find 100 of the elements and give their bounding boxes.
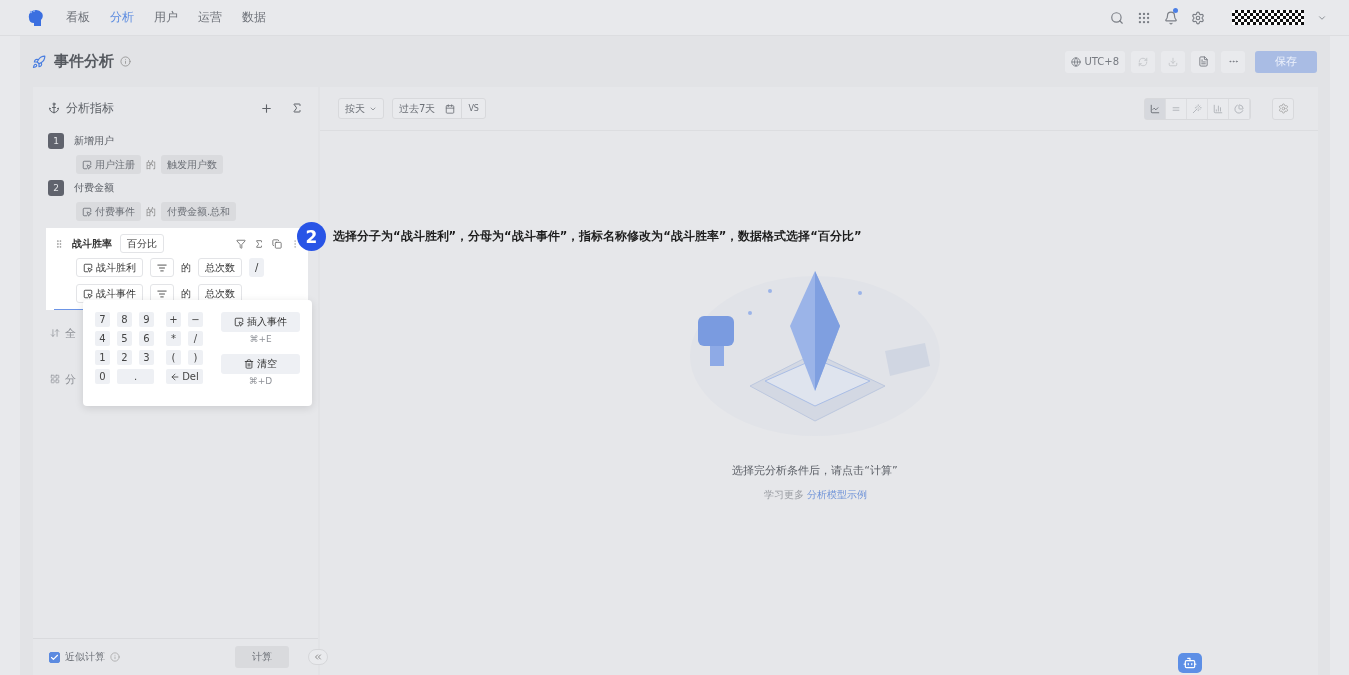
filter-button[interactable] xyxy=(150,258,174,277)
event-chip[interactable]: 用户注册 xyxy=(76,155,141,174)
collapse-button[interactable] xyxy=(308,649,328,665)
filter-lines-icon xyxy=(157,288,167,299)
filter-lines-icon xyxy=(157,262,167,273)
measure-chip[interactable]: 触发用户数 xyxy=(161,155,223,174)
chart-type-button[interactable] xyxy=(1145,98,1166,119)
refresh-icon xyxy=(1138,56,1148,67)
globe-icon xyxy=(1071,56,1082,67)
trash-icon xyxy=(244,359,254,369)
arrow-left-icon xyxy=(170,371,181,382)
format-selector[interactable]: 百分比 xyxy=(120,234,164,253)
chart-icon xyxy=(1150,103,1160,114)
logo-icon xyxy=(26,8,46,27)
nav-tab[interactable]: 数据 xyxy=(242,9,266,26)
checkbox[interactable] xyxy=(49,651,60,663)
section-label: 分 xyxy=(65,371,76,387)
info-icon xyxy=(120,56,131,67)
calculate-button[interactable]: 计算 xyxy=(235,646,289,668)
nav-tab[interactable]: 用户 xyxy=(154,9,178,26)
event-icon xyxy=(234,317,244,327)
copy-icon[interactable] xyxy=(272,238,282,249)
chart-icon xyxy=(1192,103,1202,114)
metric-name: 付费金额 xyxy=(74,181,114,195)
event-icon xyxy=(82,206,92,217)
keypad-key[interactable]: 4 xyxy=(95,331,110,346)
settings-icon[interactable] xyxy=(1191,10,1205,25)
chart-icon xyxy=(1234,103,1244,114)
download-icon xyxy=(1168,56,1178,67)
event-chip[interactable]: 付费事件 xyxy=(76,202,141,221)
add-icon[interactable] xyxy=(260,101,273,115)
shortcut-hint: ⌘+D xyxy=(247,376,274,386)
avatar-placeholder[interactable] xyxy=(1232,10,1304,25)
filter-icon[interactable] xyxy=(236,238,246,249)
keypad-key[interactable]: 7 xyxy=(95,312,110,327)
nav-tab[interactable]: 看板 xyxy=(66,9,90,26)
date-range-button[interactable]: 过去7天 xyxy=(393,99,462,118)
group-icon xyxy=(50,374,60,384)
event-icon xyxy=(83,288,93,299)
checkbox-label: 近似计算 xyxy=(65,650,105,664)
keypad-key[interactable]: + xyxy=(166,312,181,327)
keypad-key[interactable]: 6 xyxy=(139,331,154,346)
shortcut-hint: ⌘+E xyxy=(248,334,273,344)
keypad-key[interactable]: 2 xyxy=(117,350,132,365)
event-icon xyxy=(83,262,93,273)
gear-icon xyxy=(1277,103,1289,114)
drag-handle-icon[interactable] xyxy=(54,238,64,249)
empty-state-message: 选择完分析条件后，请点击“计算” xyxy=(732,463,898,478)
clear-button[interactable]: 清空 xyxy=(221,354,300,374)
keypad-key[interactable]: 9 xyxy=(139,312,154,327)
document-button[interactable] xyxy=(1191,50,1215,73)
chart-icon xyxy=(1213,103,1223,114)
keypad-key[interactable]: * xyxy=(166,331,181,346)
keypad-key[interactable]: 8 xyxy=(117,312,132,327)
sort-icon xyxy=(50,328,60,338)
settings-button[interactable] xyxy=(1272,97,1294,120)
of-label: 的 xyxy=(146,204,156,219)
measure-chip[interactable]: 付费金额.总和 xyxy=(161,202,237,221)
keypad-key[interactable]: 3 xyxy=(139,350,154,365)
operator-chip[interactable]: / xyxy=(249,258,265,277)
metric-number: 2 xyxy=(48,180,64,196)
robot-icon xyxy=(1183,656,1197,670)
learn-more-text: 学习更多 xyxy=(763,488,804,502)
event-icon xyxy=(82,159,92,170)
section-label: 全 xyxy=(65,325,76,341)
page-title: 事件分析 xyxy=(54,52,114,71)
of-label: 的 xyxy=(146,157,156,172)
granularity-dropdown[interactable]: 按天 xyxy=(338,98,384,119)
document-icon xyxy=(1197,56,1209,67)
timezone-button[interactable]: UTC+8 xyxy=(1065,50,1125,73)
insert-event-button[interactable]: 插入事件 xyxy=(221,312,300,332)
rocket-icon xyxy=(32,54,46,69)
metric-name: 战斗胜率 xyxy=(72,236,112,251)
sigma-icon[interactable] xyxy=(254,238,264,249)
step-instruction: 选择分子为“战斗胜利”，分母为“战斗事件”，指标名称修改为“战斗胜率”，数据格式选择“百分比” xyxy=(333,229,862,244)
keypad-key[interactable]: 1 xyxy=(95,350,110,365)
panel-title: 分析指标 xyxy=(66,99,114,117)
compare-button[interactable]: VS xyxy=(461,99,485,118)
info-icon xyxy=(110,652,120,662)
of-label: 的 xyxy=(181,260,191,275)
calendar-icon xyxy=(445,103,456,114)
event-selector[interactable]: 战斗胜利 xyxy=(76,258,143,277)
assistant-button[interactable] xyxy=(1178,653,1202,673)
keypad-key[interactable]: ( xyxy=(166,350,181,365)
keypad-key[interactable]: − xyxy=(188,312,203,327)
keypad-key[interactable]: / xyxy=(188,331,203,346)
notification-bell-icon[interactable] xyxy=(1164,10,1178,25)
keypad-key[interactable]: 0 xyxy=(95,369,110,384)
keypad-key[interactable]: 5 xyxy=(117,331,132,346)
metric-number: 1 xyxy=(48,133,64,149)
sigma-icon[interactable] xyxy=(291,102,303,114)
search-icon[interactable] xyxy=(1110,10,1124,25)
measure-selector[interactable]: 总次数 xyxy=(198,258,242,277)
keypad-key[interactable]: . xyxy=(117,369,154,384)
nav-tab[interactable]: 运营 xyxy=(198,9,222,26)
keypad-key[interactable]: ) xyxy=(188,350,203,365)
check-icon xyxy=(50,652,59,662)
double-chevron-left-icon xyxy=(313,652,323,662)
delete-key[interactable]: Del xyxy=(166,369,203,384)
apps-grid-icon[interactable] xyxy=(1137,10,1151,25)
